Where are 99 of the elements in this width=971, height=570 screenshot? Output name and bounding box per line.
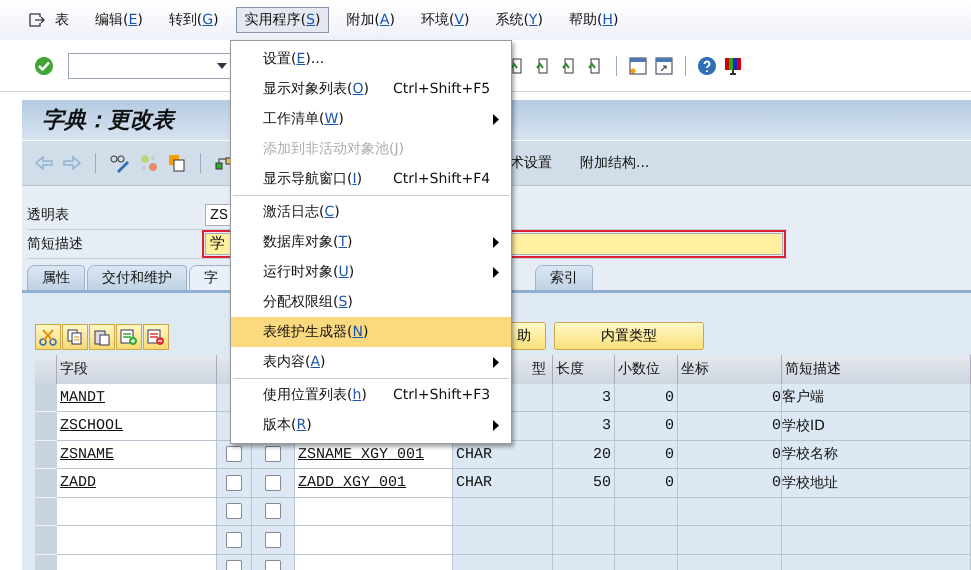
table-cell bbox=[615, 498, 678, 526]
command-field[interactable] bbox=[68, 52, 232, 78]
menu-item[interactable]: 表维护生成器(N) bbox=[231, 317, 511, 347]
monitor-icon[interactable] bbox=[723, 56, 743, 76]
column-header[interactable]: 小数位 bbox=[615, 355, 678, 384]
table-cell: 学校名称 bbox=[782, 440, 971, 469]
table-cell: 0 bbox=[615, 384, 678, 412]
table-cell[interactable]: MANDT bbox=[57, 384, 217, 412]
scissors-icon bbox=[39, 328, 57, 346]
checkbox[interactable] bbox=[265, 503, 281, 520]
field-label: 透明表 bbox=[27, 206, 70, 224]
table-cell[interactable] bbox=[295, 526, 453, 554]
checkbox[interactable] bbox=[226, 503, 242, 520]
checkbox[interactable] bbox=[226, 474, 242, 491]
submenu-arrow-icon bbox=[493, 266, 499, 278]
cut-button[interactable] bbox=[35, 324, 61, 350]
menu-item[interactable]: 表内容(A) bbox=[231, 347, 511, 377]
table-cell: 3 bbox=[553, 412, 615, 440]
checkbox[interactable] bbox=[265, 446, 281, 462]
column-header[interactable]: 长度 bbox=[553, 355, 615, 384]
table-cell[interactable]: ZADD bbox=[57, 469, 217, 498]
copy-icon bbox=[66, 328, 84, 346]
check-icon[interactable] bbox=[34, 56, 54, 76]
table-cell: 3 bbox=[553, 384, 615, 412]
toolbar-button[interactable]: 内置类型 bbox=[554, 322, 704, 350]
menu-item[interactable]: 激活日志(C) bbox=[231, 197, 511, 227]
toolbar-link[interactable]: 附加结构... bbox=[580, 154, 650, 172]
dropdown-icon[interactable] bbox=[217, 62, 227, 68]
insert-row-button[interactable] bbox=[116, 324, 142, 350]
submenu-arrow-icon bbox=[493, 114, 499, 124]
paste-icon bbox=[93, 328, 111, 346]
table-cell: 0 bbox=[678, 440, 782, 469]
table-cell[interactable]: ZADD_XGY_001 bbox=[295, 469, 453, 498]
tab[interactable]: 属性 bbox=[27, 265, 85, 290]
menu-bar-item[interactable]: 环境(V) bbox=[412, 7, 478, 33]
menu-bar-item[interactable]: 编辑(E) bbox=[86, 7, 152, 33]
paste-button[interactable] bbox=[89, 324, 115, 350]
table-cell: 0 bbox=[678, 384, 782, 412]
menu-bar-item[interactable]: 表 bbox=[20, 7, 78, 33]
menu-item[interactable]: 运行时对象(U) bbox=[231, 257, 511, 287]
table-cell: 学校地址 bbox=[782, 469, 971, 498]
table-cell: 20 bbox=[553, 440, 615, 469]
menu-bar-item[interactable]: 系统(Y) bbox=[486, 7, 552, 33]
checkbox[interactable] bbox=[226, 532, 242, 548]
table-cell: 0 bbox=[615, 412, 678, 440]
menu-bar-item[interactable]: 转到(G) bbox=[160, 7, 228, 33]
menu-bar-item[interactable]: 实用程序(S) bbox=[236, 7, 330, 33]
delete-row-button[interactable] bbox=[143, 324, 169, 350]
table-cell: 0 bbox=[678, 469, 782, 498]
table-cell bbox=[553, 498, 615, 526]
cycle-icon[interactable] bbox=[139, 153, 159, 173]
table-cell: 0 bbox=[615, 440, 678, 469]
column-header[interactable]: 简短描述 bbox=[782, 355, 971, 384]
table-cell[interactable] bbox=[295, 498, 453, 526]
menu-item[interactable]: 工作清单(W) bbox=[231, 104, 511, 134]
checkbox[interactable] bbox=[265, 532, 281, 548]
menu-item[interactable]: 版本(R) bbox=[231, 410, 511, 440]
table-cell: 0 bbox=[678, 412, 782, 440]
tab[interactable]: 索引 bbox=[535, 265, 593, 290]
column-header[interactable]: 坐标 bbox=[678, 355, 782, 384]
table-cell[interactable] bbox=[57, 498, 217, 526]
menu-item[interactable]: 设置(E)... bbox=[231, 44, 511, 74]
delete-row-icon bbox=[147, 328, 165, 346]
screen-title: 字典：更改表 bbox=[42, 107, 174, 135]
submenu-arrow-icon bbox=[493, 356, 499, 368]
copy-button[interactable] bbox=[62, 324, 88, 350]
shortcut-window-icon[interactable] bbox=[654, 56, 674, 76]
table-cell[interactable] bbox=[57, 526, 217, 554]
menu-bar-item[interactable]: 附加(A) bbox=[337, 7, 404, 33]
help-icon[interactable] bbox=[697, 56, 717, 76]
table-cell bbox=[553, 526, 615, 554]
menu-item[interactable]: 分配权限组(S) bbox=[231, 287, 511, 317]
checkbox[interactable] bbox=[265, 474, 281, 491]
table-cell[interactable]: ZSCHOOL bbox=[57, 412, 217, 440]
submenu-arrow-icon bbox=[493, 236, 499, 248]
new-window-icon[interactable] bbox=[628, 56, 648, 76]
field-label: 简短描述 bbox=[27, 235, 84, 253]
table-cell: CHAR bbox=[453, 440, 553, 469]
menu-item[interactable]: 使用位置列表(h) Ctrl+Shift+F3 bbox=[231, 380, 511, 410]
table-cell bbox=[615, 526, 678, 554]
menu-item[interactable]: 显示导航窗口(I) Ctrl+Shift+F4 bbox=[231, 164, 511, 194]
tab[interactable]: 字 bbox=[189, 265, 233, 290]
glasses-pencil-icon[interactable] bbox=[109, 153, 131, 173]
table-cell: 学校ID bbox=[782, 412, 971, 440]
table-cell: 50 bbox=[553, 469, 615, 498]
menu-item[interactable]: 显示对象列表(O) Ctrl+Shift+F5 bbox=[231, 74, 511, 104]
insert-row-icon bbox=[120, 328, 138, 346]
tab[interactable]: 交付和维护 bbox=[87, 265, 187, 290]
table-cell: CHAR bbox=[453, 469, 553, 498]
submenu-arrow-icon bbox=[493, 420, 499, 430]
table-cell: 客户端 bbox=[782, 384, 971, 412]
copy-icon[interactable] bbox=[167, 153, 187, 173]
checkbox[interactable] bbox=[226, 446, 242, 462]
exit-icon bbox=[29, 13, 45, 27]
table-cell: 0 bbox=[615, 469, 678, 498]
menu-bar-item[interactable]: 帮助(H) bbox=[560, 7, 628, 33]
column-header[interactable]: 字段 bbox=[57, 355, 217, 384]
table-cell[interactable]: ZSNAME bbox=[57, 440, 217, 469]
select-all-corner[interactable] bbox=[35, 355, 57, 384]
